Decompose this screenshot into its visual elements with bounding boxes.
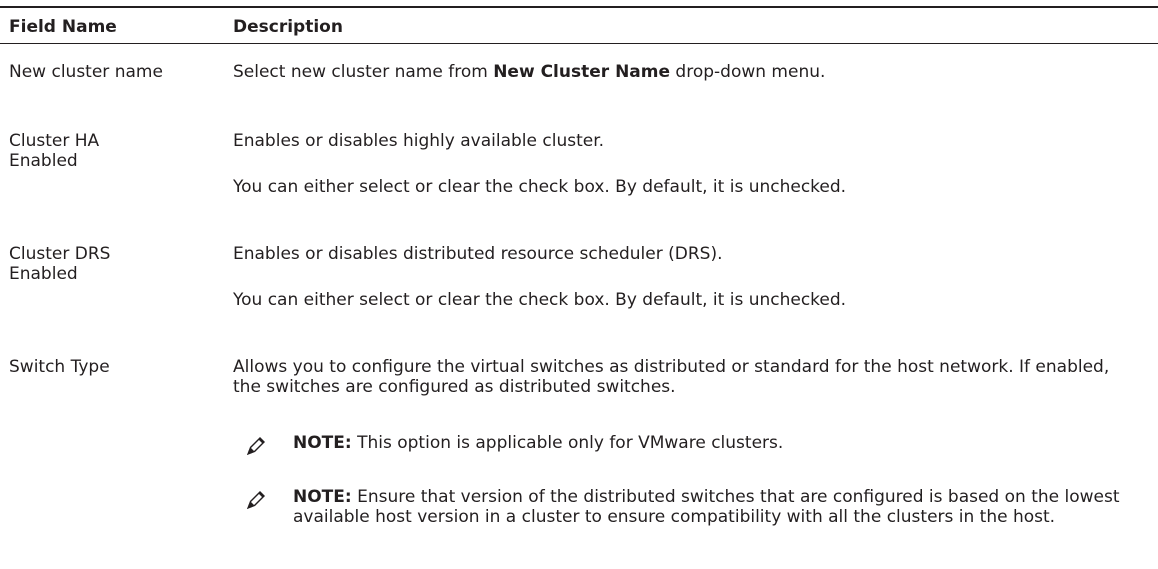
description-switch-type-p1: Allows you to configure the virtual swit… <box>233 357 1110 397</box>
field-switch-type: Switch Type <box>9 357 110 377</box>
table-top-rule <box>0 6 1158 8</box>
note-label: NOTE: <box>293 487 352 507</box>
description-cluster-ha-p1: Enables or disables highly available clu… <box>233 131 605 151</box>
note-text: Ensure that version of the distributed s… <box>293 487 1120 527</box>
column-header-description: Description <box>233 17 343 37</box>
description-new-cluster-name: Select new cluster name from New Cluster… <box>233 62 1133 82</box>
description-text: Select new cluster name from <box>233 62 494 82</box>
table-header-rule <box>0 43 1158 44</box>
description-cluster-drs-p2: You can either select or clear the check… <box>233 290 847 310</box>
note-label: NOTE: <box>293 433 352 453</box>
note-text: This option is applicable only for VMwar… <box>351 433 784 453</box>
description-cluster-drs-p1: Enables or disables distributed resource… <box>233 244 723 264</box>
description-text: drop-down menu. <box>670 62 826 82</box>
description-cluster-ha-p2: You can either select or clear the check… <box>233 177 847 197</box>
note-vmware-clusters: NOTE: This option is applicable only for… <box>293 433 1153 453</box>
field-cluster-ha-enabled: Cluster HA Enabled <box>9 131 100 171</box>
note-pencil-icon <box>245 489 267 511</box>
note-pencil-icon <box>245 435 267 457</box>
ui-term-new-cluster-name: New Cluster Name <box>493 62 671 82</box>
note-distributed-switch-version: NOTE: Ensure that version of the distrib… <box>293 487 1153 527</box>
field-new-cluster-name: New cluster name <box>9 62 163 82</box>
column-header-field-name: Field Name <box>9 17 117 37</box>
field-cluster-drs-enabled: Cluster DRS Enabled <box>9 244 111 284</box>
